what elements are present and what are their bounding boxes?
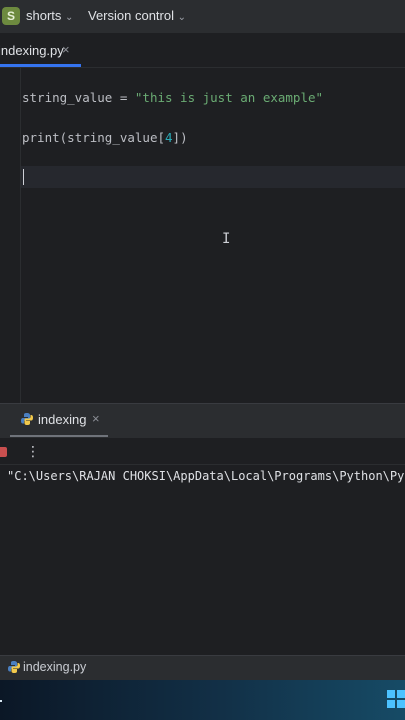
run-tab-indicator [10, 435, 108, 437]
function-name: print [22, 130, 60, 145]
more-options-icon[interactable]: ⋮ [26, 443, 40, 460]
project-name: shorts [26, 8, 62, 23]
code-line-1: string_value = "this is just an example" [22, 90, 323, 105]
taskbar-indicator [0, 700, 2, 702]
chevron-down-icon: ⌄ [177, 12, 187, 23]
python-icon [21, 413, 33, 425]
tab-indexing-py[interactable]: indexing.py [0, 43, 64, 58]
close-icon[interactable]: × [92, 411, 100, 426]
text-caret [23, 169, 24, 185]
current-line-highlight [21, 166, 405, 188]
close-icon[interactable]: × [62, 42, 70, 57]
project-selector[interactable]: shorts ⌄ [26, 8, 73, 23]
string-literal: "this is just an example" [134, 90, 324, 105]
windows-start-icon[interactable] [387, 690, 405, 708]
editor-gutter [20, 68, 21, 403]
status-file-breadcrumb[interactable]: indexing.py [23, 660, 86, 674]
identifier: string_value [67, 130, 158, 145]
python-icon [8, 661, 20, 673]
run-tab-indexing[interactable]: indexing [38, 412, 86, 427]
code-line-2: print(string_value[4]) [22, 130, 188, 145]
bracket: [ [157, 130, 166, 145]
code-editor[interactable] [0, 68, 405, 403]
project-badge[interactable]: S [2, 7, 20, 25]
active-tab-indicator [0, 64, 81, 67]
console-line: "C:\Users\RAJAN CHOKSI\AppData\Local\Pro… [7, 469, 405, 483]
vcs-label: Version control [88, 8, 174, 23]
bracket: ]) [172, 130, 188, 145]
os-taskbar [0, 680, 405, 720]
run-toolbar [0, 438, 405, 465]
operator: = [112, 90, 135, 105]
identifier: string_value [22, 90, 113, 105]
chevron-down-icon: ⌄ [65, 12, 74, 23]
number-literal: 4 [165, 130, 173, 145]
console-output[interactable] [0, 465, 405, 655]
stop-icon[interactable] [0, 447, 7, 457]
ibeam-cursor-icon: I [222, 231, 231, 247]
vcs-selector[interactable]: Version control ⌄ [88, 8, 186, 23]
